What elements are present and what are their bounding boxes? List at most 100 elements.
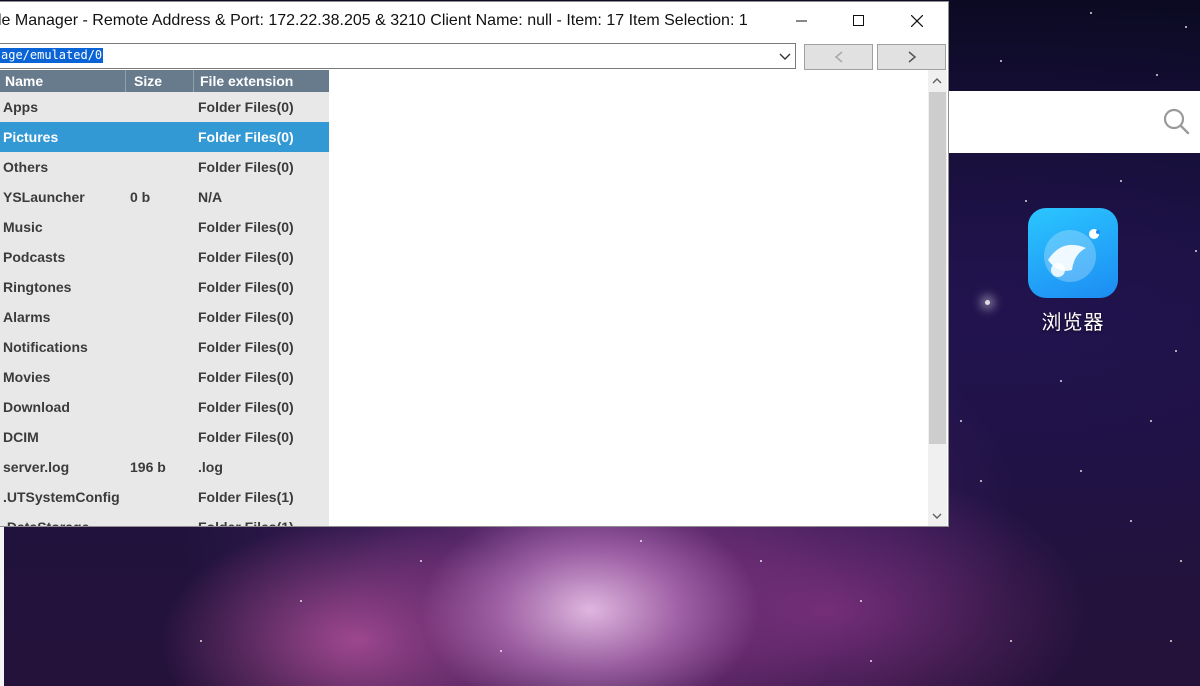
file-extension: Folder Files(1) (198, 519, 294, 526)
file-name: YSLauncher (3, 189, 85, 205)
star (1156, 74, 1158, 76)
star (960, 420, 962, 422)
preview-pane (329, 70, 928, 526)
file-extension: Folder Files(0) (198, 219, 294, 235)
file-name: Podcasts (3, 249, 66, 265)
star (1025, 200, 1027, 202)
list-item[interactable]: server.log 196 b .log (0, 452, 329, 482)
vertical-scrollbar[interactable] (928, 70, 947, 526)
file-name: Ringtones (3, 279, 72, 295)
file-name: .UTSystemConfig (3, 489, 120, 505)
file-name: Others (3, 159, 49, 175)
search-bar[interactable] (948, 91, 1200, 153)
file-extension: Folder Files(0) (198, 399, 294, 415)
file-size: 0 b (130, 189, 151, 205)
star (1120, 180, 1122, 182)
window-edge (0, 526, 4, 686)
column-header-extension[interactable]: File extension (200, 73, 293, 89)
column-header-size[interactable]: Size (134, 73, 162, 89)
file-name: Movies (3, 369, 51, 385)
star (870, 660, 872, 662)
file-name: Notifications (3, 339, 88, 355)
star (1170, 640, 1172, 642)
column-header-name[interactable]: Name (5, 73, 43, 89)
star (1010, 640, 1012, 642)
star (420, 560, 422, 562)
forward-button[interactable] (877, 44, 946, 70)
star (200, 640, 202, 642)
list-item[interactable]: .UTSystemConfig Folder Files(1) (0, 482, 329, 512)
chevron-down-icon[interactable] (779, 51, 791, 63)
column-divider[interactable] (125, 70, 126, 92)
minimize-button[interactable] (773, 2, 831, 40)
back-button[interactable] (804, 44, 873, 70)
star (760, 560, 762, 562)
file-name: Download (3, 399, 70, 415)
star (860, 600, 862, 602)
title-bar[interactable]: le Manager - Remote Address & Port: 172.… (0, 2, 948, 40)
star (1195, 250, 1197, 252)
path-combobox[interactable]: age/emulated/0 (0, 43, 796, 69)
file-extension: Folder Files(0) (198, 249, 294, 265)
browser-app-label: 浏览器 (1041, 312, 1105, 334)
list-item[interactable]: Alarms Folder Files(0) (0, 302, 329, 332)
file-extension: Folder Files(0) (198, 309, 294, 325)
file-extension: Folder Files(0) (198, 99, 294, 115)
file-list[interactable]: Name Size File extension Apps Folder File… (0, 70, 329, 526)
list-item[interactable]: Apps Folder Files(0) (0, 92, 329, 122)
file-name: Apps (3, 99, 38, 115)
star (300, 600, 302, 602)
star (1080, 470, 1082, 472)
file-extension: Folder Files(0) (198, 159, 294, 175)
file-name: Alarms (3, 309, 51, 325)
file-name: .DataStorage (3, 519, 89, 526)
close-icon (911, 15, 923, 27)
star (1150, 420, 1152, 422)
maximize-icon (853, 15, 864, 26)
browser-app[interactable]: 浏览器 (1028, 208, 1118, 335)
browser-app-icon[interactable] (1028, 208, 1118, 298)
star (980, 480, 982, 482)
minimize-icon (796, 20, 807, 22)
scrollbar-thumb[interactable] (929, 92, 946, 444)
path-text[interactable]: age/emulated/0 (0, 48, 104, 63)
file-name: server.log (3, 459, 70, 475)
list-item[interactable]: Pictures Folder Files(0) (0, 122, 329, 152)
file-extension: Folder Files(0) (198, 369, 294, 385)
file-extension: Folder Files(1) (198, 489, 294, 505)
list-item[interactable]: YSLauncher 0 b N/A (0, 182, 329, 212)
list-item[interactable]: Podcasts Folder Files(0) (0, 242, 329, 272)
list-item[interactable]: Music Folder Files(0) (0, 212, 329, 242)
star (1000, 60, 1002, 62)
star (1175, 350, 1177, 352)
list-item[interactable]: DCIM Folder Files(0) (0, 422, 329, 452)
search-icon[interactable] (1162, 107, 1190, 135)
list-item[interactable]: Download Folder Files(0) (0, 392, 329, 422)
star (1185, 26, 1187, 28)
list-item[interactable]: Notifications Folder Files(0) (0, 332, 329, 362)
star (1060, 380, 1062, 382)
file-name: Pictures (3, 129, 59, 145)
file-extension: N/A (198, 189, 223, 205)
file-extension: Folder Files(0) (198, 129, 294, 145)
list-item[interactable]: Movies Folder Files(0) (0, 362, 329, 392)
scroll-up-icon[interactable] (931, 75, 943, 87)
file-extension: Folder Files(0) (198, 339, 294, 355)
list-item[interactable]: Ringtones Folder Files(0) (0, 272, 329, 302)
star (1130, 520, 1132, 522)
file-extension: Folder Files(0) (198, 429, 294, 445)
list-item[interactable]: .DataStorage Folder Files(1) (0, 512, 329, 526)
chevron-left-icon (834, 51, 842, 63)
list-header: Name Size File extension (0, 70, 329, 92)
scroll-down-icon[interactable] (931, 510, 943, 522)
window-title: le Manager - Remote Address & Port: 172.… (0, 12, 748, 29)
list-item[interactable]: Others Folder Files(0) (0, 152, 329, 182)
file-size: 196 b (130, 459, 166, 475)
column-divider[interactable] (193, 70, 194, 92)
file-manager-window: le Manager - Remote Address & Port: 172.… (0, 2, 948, 526)
file-extension: Folder Files(0) (198, 279, 294, 295)
close-button[interactable] (888, 2, 946, 40)
star (1180, 560, 1182, 562)
star (985, 300, 990, 305)
maximize-button[interactable] (830, 2, 888, 40)
